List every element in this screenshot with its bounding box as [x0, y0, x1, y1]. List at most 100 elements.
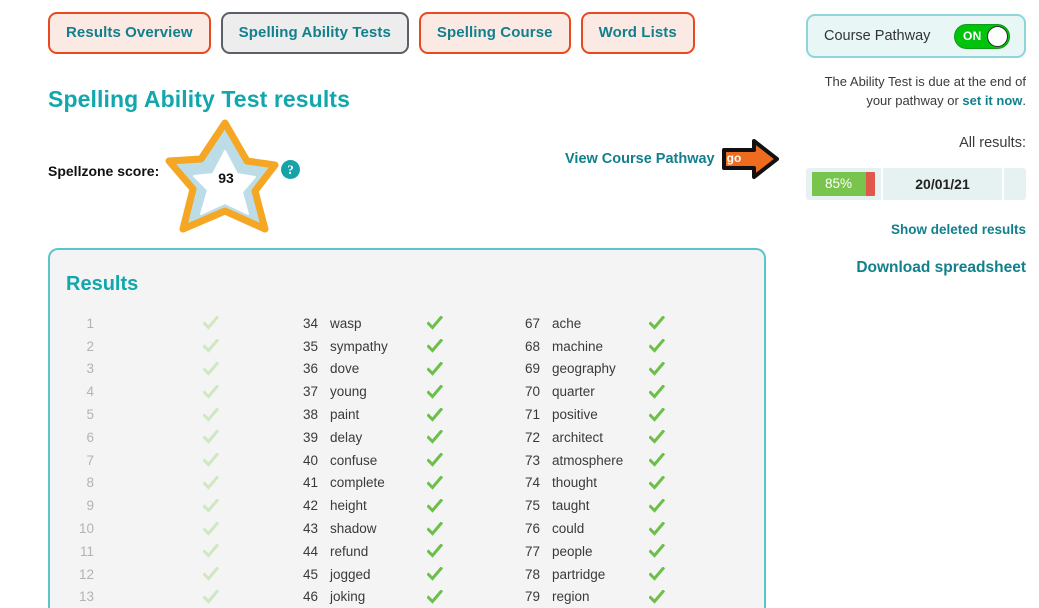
- tab-spelling-ability-tests[interactable]: Spelling Ability Tests: [221, 12, 409, 54]
- result-item-number: 34: [288, 316, 318, 331]
- tab-spelling-course[interactable]: Spelling Course: [419, 12, 571, 54]
- results-row: 76could: [510, 517, 740, 540]
- result-score-text: 85%: [812, 172, 875, 196]
- result-item-word: people: [552, 544, 648, 559]
- results-row: 69geography: [510, 358, 740, 381]
- check-icon: [426, 339, 444, 353]
- check-icon: [426, 476, 444, 490]
- results-row: 74thought: [510, 472, 740, 495]
- check-icon: [648, 430, 666, 444]
- results-row: 46 joking: [288, 586, 510, 608]
- result-item-number: 68: [510, 339, 540, 354]
- course-pathway-toggle-state: ON: [963, 29, 982, 43]
- result-item-word: shadow: [330, 521, 426, 536]
- result-row[interactable]: 85% 20/01/21: [806, 168, 1026, 200]
- result-item-number: 3: [64, 361, 94, 376]
- results-row: 67ache: [510, 312, 740, 335]
- result-item-number: 71: [510, 407, 540, 422]
- results-row: 34wasp: [288, 312, 510, 335]
- result-item-word: region: [552, 589, 648, 604]
- result-item-number: 41: [288, 475, 318, 490]
- result-item-number: 46: [288, 589, 318, 604]
- results-row: 10: [64, 517, 288, 540]
- check-icon: [648, 590, 666, 604]
- result-item-word: ache: [552, 316, 648, 331]
- results-row: 13: [64, 586, 288, 608]
- go-arrow-label: go: [727, 151, 742, 165]
- results-row: 41complete: [288, 472, 510, 495]
- check-icon: [426, 544, 444, 558]
- results-row: 35sympathy: [288, 335, 510, 358]
- go-arrow-icon[interactable]: go: [721, 138, 781, 180]
- result-date: 20/01/21: [883, 168, 1002, 200]
- results-row: 4: [64, 380, 288, 403]
- results-row: 43shadow: [288, 517, 510, 540]
- result-item-word: quarter: [552, 384, 648, 399]
- check-icon: [648, 339, 666, 353]
- check-icon: [648, 316, 666, 330]
- course-pathway-toggle[interactable]: ON: [954, 24, 1010, 49]
- result-item-number: 45: [288, 567, 318, 582]
- results-row: 9: [64, 494, 288, 517]
- course-pathway-box: Course Pathway ON: [806, 14, 1026, 58]
- check-icon: [202, 453, 220, 467]
- result-item-number: 36: [288, 361, 318, 376]
- result-item-word: positive: [552, 407, 648, 422]
- result-item-word: refund: [330, 544, 426, 559]
- check-icon: [202, 385, 220, 399]
- result-item-number: 37: [288, 384, 318, 399]
- check-icon: [426, 385, 444, 399]
- help-question-icon[interactable]: ?: [281, 160, 300, 179]
- results-row: 45jogged: [288, 563, 510, 586]
- tab-results-overview[interactable]: Results Overview: [48, 12, 211, 54]
- result-item-word: paint: [330, 407, 426, 422]
- result-item-number: 12: [64, 567, 94, 582]
- result-item-number: 6: [64, 430, 94, 445]
- results-panel: Results 1234567891011121334wasp35sympath…: [48, 248, 766, 608]
- show-deleted-results-link[interactable]: Show deleted results: [806, 222, 1026, 237]
- result-item-word: delay: [330, 430, 426, 445]
- result-score-bar: 85%: [812, 172, 875, 196]
- check-icon: [202, 362, 220, 376]
- check-icon: [202, 522, 220, 536]
- results-row: 79region: [510, 586, 740, 608]
- result-item-number: 8: [64, 475, 94, 490]
- result-item-word: height: [330, 498, 426, 513]
- check-icon: [202, 544, 220, 558]
- results-row: 11: [64, 540, 288, 563]
- results-row: 68machine: [510, 335, 740, 358]
- check-icon: [202, 476, 220, 490]
- due-note-suffix: .: [1022, 93, 1026, 108]
- result-item-number: 38: [288, 407, 318, 422]
- result-item-word: joking: [330, 589, 426, 604]
- toggle-knob: [987, 26, 1008, 47]
- set-it-now-link[interactable]: set it now: [962, 93, 1022, 108]
- view-course-pathway-link[interactable]: View Course Pathway go: [565, 138, 781, 180]
- result-item-number: 44: [288, 544, 318, 559]
- result-item-word: taught: [552, 498, 648, 513]
- check-icon: [648, 499, 666, 513]
- check-icon: [648, 522, 666, 536]
- check-icon: [426, 362, 444, 376]
- result-item-number: 5: [64, 407, 94, 422]
- result-item-number: 1: [64, 316, 94, 331]
- results-row: 12: [64, 563, 288, 586]
- results-row: 3: [64, 358, 288, 381]
- tab-word-lists[interactable]: Word Lists: [581, 12, 695, 54]
- results-row: 5: [64, 403, 288, 426]
- result-item-word: thought: [552, 475, 648, 490]
- download-spreadsheet-link[interactable]: Download spreadsheet: [806, 259, 1026, 277]
- results-row: 38 paint: [288, 403, 510, 426]
- result-item-number: 11: [64, 544, 94, 559]
- view-course-pathway-label: View Course Pathway: [565, 151, 715, 167]
- check-icon: [648, 408, 666, 422]
- result-item-number: 13: [64, 589, 94, 604]
- results-row: 72architect: [510, 426, 740, 449]
- check-icon: [426, 567, 444, 581]
- result-action-cell[interactable]: [1004, 168, 1026, 200]
- results-row: 75taught: [510, 494, 740, 517]
- result-item-number: 77: [510, 544, 540, 559]
- results-column-1: 12345678910111213: [50, 312, 288, 608]
- results-row: 42height: [288, 494, 510, 517]
- results-column-2: 34wasp35sympathy36dove37young38paint39de…: [288, 312, 510, 608]
